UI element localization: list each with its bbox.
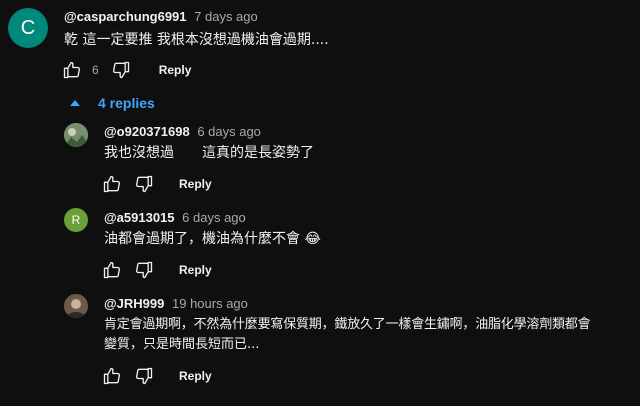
dislike-button[interactable] <box>132 258 156 282</box>
reply-button[interactable]: Reply <box>159 63 192 77</box>
reply-button[interactable]: Reply <box>179 369 212 383</box>
thumbs-down-icon <box>112 61 129 79</box>
like-button[interactable] <box>100 172 124 196</box>
comment-actions: 6 Reply <box>60 58 191 82</box>
thumbs-up-icon <box>103 175 121 193</box>
like-button[interactable] <box>100 364 124 388</box>
avatar-letter: R <box>71 213 81 227</box>
like-button[interactable] <box>60 58 84 82</box>
thumbs-up-icon <box>63 61 81 79</box>
reply-button[interactable]: Reply <box>179 177 212 191</box>
dislike-button[interactable] <box>132 172 156 196</box>
replies-toggle-label: 4 replies <box>98 95 155 111</box>
avatar[interactable]: C <box>8 8 48 48</box>
author-name[interactable]: @a5913015 <box>104 210 175 225</box>
comment-text: 油都會過期了，機油為什麼不會 😂 <box>104 231 321 247</box>
comment-text-line: 肯定會過期啊，不然為什麼要寫保質期，鐵放久了一樣會生鏽啊，油脂化學溶劑類都會 <box>104 317 591 332</box>
comment-header: @JRH999 19 hours ago <box>104 296 248 311</box>
thumbs-up-icon <box>103 261 121 279</box>
comment-text: 我也沒想過 這真的是長姿勢了 <box>104 145 314 161</box>
avatar-letter: C <box>20 16 36 39</box>
thumbs-down-icon <box>135 367 153 385</box>
like-count: 6 <box>92 63 99 77</box>
thumbs-up-icon <box>103 367 121 385</box>
comment-text: 乾 這一定要推 我根本沒想過機油會過期.... <box>64 32 329 48</box>
comment-actions: Reply <box>100 364 212 388</box>
caret-up-icon <box>70 100 80 106</box>
author-name[interactable]: @casparchung6991 <box>64 9 187 24</box>
comment-header: @casparchung6991 7 days ago <box>64 9 258 24</box>
avatar[interactable]: R <box>64 208 88 232</box>
comment-actions: Reply <box>100 172 212 196</box>
author-name[interactable]: @JRH999 <box>104 296 164 311</box>
like-button[interactable] <box>100 258 124 282</box>
dislike-button[interactable] <box>132 364 156 388</box>
comment-time[interactable]: 6 days ago <box>182 210 246 225</box>
comment-actions: Reply <box>100 258 212 282</box>
comment-header: @a5913015 6 days ago <box>104 210 246 225</box>
comment-time[interactable]: 7 days ago <box>194 9 258 24</box>
reply-button[interactable]: Reply <box>179 263 212 277</box>
thumbs-down-icon <box>135 175 153 193</box>
avatar[interactable] <box>64 294 88 318</box>
avatar[interactable] <box>64 123 88 147</box>
thumbs-down-icon <box>135 261 153 279</box>
photo-avatar-icon <box>64 123 88 147</box>
dislike-button[interactable] <box>109 58 133 82</box>
comment-time[interactable]: 19 hours ago <box>172 296 248 311</box>
author-name[interactable]: @o920371698 <box>104 124 190 139</box>
replies-toggle[interactable]: 4 replies <box>64 92 155 114</box>
comments-section: C @casparchung6991 7 days ago 乾 這一定要推 我根… <box>0 0 640 406</box>
comment-time[interactable]: 6 days ago <box>197 124 261 139</box>
comment-text-line: 變質，只是時間長短而已... <box>104 337 260 352</box>
comment-text: 肯定會過期啊，不然為什麼要寫保質期，鐵放久了一樣會生鏽啊，油脂化學溶劑類都會 變… <box>104 315 640 355</box>
comment-header: @o920371698 6 days ago <box>104 124 261 139</box>
photo-avatar-icon <box>64 294 88 318</box>
